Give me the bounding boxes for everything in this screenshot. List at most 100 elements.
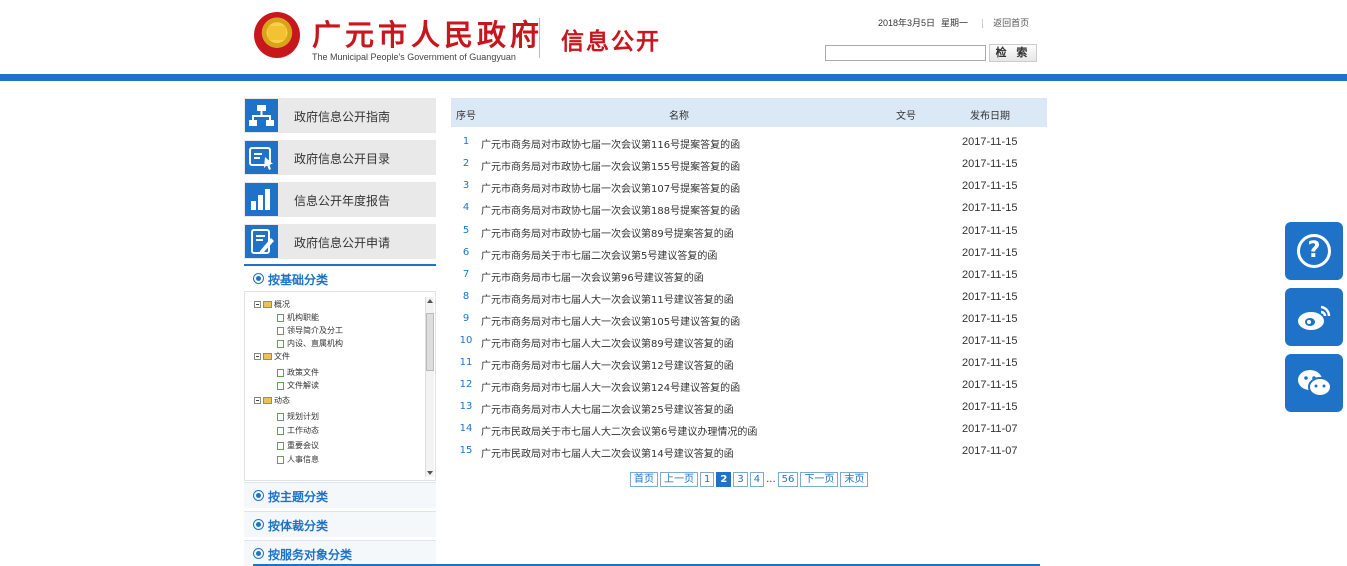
tree-leaf[interactable]: 人事信息	[277, 455, 319, 465]
document-icon	[277, 313, 284, 322]
pager-page-current[interactable]: 2	[716, 472, 732, 487]
collapse-icon[interactable]	[254, 397, 261, 404]
document-icon	[277, 368, 284, 377]
pager-first[interactable]: 首页	[630, 472, 658, 487]
site-title[interactable]: 广元市人民政府	[312, 12, 543, 54]
pager-next[interactable]: 下一页	[800, 472, 839, 487]
table-row[interactable]: 2 广元市商务局对市政协七届一次会议第155号提案答复的函 2017-11-15	[451, 153, 1047, 175]
category-topic[interactable]: 按主题分类	[244, 482, 436, 508]
site-header: 广元市人民政府 The Municipal People's Governmen…	[0, 0, 1347, 74]
tree-leaf[interactable]: 文件解读	[277, 381, 319, 391]
row-index: 2	[462, 158, 470, 169]
tree-scrollbar[interactable]	[425, 297, 434, 477]
table-row[interactable]: 15 广元市民政局对市七届人大二次会议第14号建议答复的函 2017-11-07	[451, 440, 1047, 462]
row-title-link[interactable]: 广元市商务局对市政协七届一次会议第155号提案答复的函	[481, 158, 740, 173]
table-row[interactable]: 1 广元市商务局对市政协七届一次会议第116号提案答复的函 2017-11-15	[451, 131, 1047, 153]
row-date: 2017-11-15	[962, 225, 1018, 237]
org-chart-icon	[245, 99, 278, 132]
row-title-link[interactable]: 广元市民政局关于市七届人大二次会议第6号建议办理情况的函	[481, 423, 757, 438]
table-row[interactable]: 6 广元市商务局关于市七届二次会议第5号建议答复的函 2017-11-15	[451, 242, 1047, 264]
row-title-link[interactable]: 广元市商务局对市七届人大一次会议第12号建议答复的函	[481, 357, 734, 372]
scroll-up-icon[interactable]	[427, 299, 433, 303]
category-service-target[interactable]: 按服务对象分类	[244, 540, 436, 566]
tree-folder[interactable]: 文件	[254, 352, 290, 362]
tree-folder[interactable]: 概况	[254, 300, 290, 310]
row-date: 2017-11-15	[962, 291, 1018, 303]
header-doc-no: 文号	[896, 111, 916, 122]
row-title-link[interactable]: 广元市商务局对市七届人大一次会议第124号建议答复的函	[481, 379, 740, 394]
row-title-link[interactable]: 广元市商务局对市政协七届一次会议第188号提案答复的函	[481, 202, 740, 217]
row-title-link[interactable]: 广元市商务局市七届一次会议第96号建议答复的函	[481, 269, 704, 284]
expand-circle-icon	[253, 273, 264, 284]
category-basic[interactable]: 按基础分类	[244, 264, 436, 290]
table-row[interactable]: 8 广元市商务局对市七届人大一次会议第11号建议答复的函 2017-11-15	[451, 286, 1047, 308]
row-title-link[interactable]: 广元市商务局对市七届人大一次会议第11号建议答复的函	[481, 291, 734, 306]
collapse-icon[interactable]	[254, 353, 261, 360]
tree-leaf[interactable]: 政策文件	[277, 368, 319, 378]
table-row[interactable]: 11 广元市商务局对市七届人大一次会议第12号建议答复的函 2017-11-15	[451, 352, 1047, 374]
search-button[interactable]: 检 索	[989, 44, 1037, 62]
scroll-thumb[interactable]	[426, 313, 434, 371]
row-title-link[interactable]: 广元市商务局对市七届人大二次会议第89号建议答复的函	[481, 335, 734, 350]
nav-info-catalog[interactable]: 政府信息公开目录	[244, 140, 436, 175]
row-date: 2017-11-07	[962, 423, 1018, 435]
document-icon	[277, 339, 284, 348]
top-info-bar: 2018年3月5日 星期一 返回首页	[878, 16, 1035, 29]
pager-last[interactable]: 末页	[840, 472, 869, 487]
tree-leaf[interactable]: 规划计划	[277, 412, 319, 422]
row-index: 7	[462, 269, 470, 280]
section-title: 信息公开	[561, 28, 661, 55]
help-button[interactable]: ?	[1285, 222, 1343, 280]
pager-page-last-number[interactable]: 56	[777, 472, 799, 487]
row-title-link[interactable]: 广元市商务局对市人大七届二次会议第25号建议答复的函	[481, 401, 734, 416]
pager-page-3[interactable]: 3	[733, 472, 748, 487]
tree-leaf[interactable]: 机构职能	[277, 313, 319, 323]
nav-label: 信息公开年度报告	[294, 194, 391, 208]
nav-info-application[interactable]: 政府信息公开申请	[244, 224, 436, 259]
collapse-icon[interactable]	[254, 301, 261, 308]
row-index: 15	[459, 445, 473, 456]
row-date: 2017-11-15	[962, 202, 1018, 214]
nav-annual-report[interactable]: 信息公开年度报告	[244, 182, 436, 217]
document-icon	[277, 412, 284, 421]
tree-leaf[interactable]: 领导简介及分工	[277, 326, 343, 336]
row-index: 4	[462, 202, 470, 213]
pager-page-1[interactable]: 1	[700, 472, 715, 487]
table-row[interactable]: 9 广元市商务局对市七届人大一次会议第105号建议答复的函 2017-11-15	[451, 308, 1047, 330]
home-link[interactable]: 返回首页	[993, 18, 1029, 28]
row-date: 2017-11-15	[962, 180, 1018, 192]
category-tree: 概况 机构职能 领导简介及分工 内设、直属机构 文件 政策文件 文件解读 动态 …	[244, 291, 436, 481]
tree-leaf[interactable]: 工作动态	[277, 426, 319, 436]
table-row[interactable]: 12 广元市商务局对市七届人大一次会议第124号建议答复的函 2017-11-15	[451, 374, 1047, 396]
category-genre[interactable]: 按体裁分类	[244, 511, 436, 537]
tree-leaf[interactable]: 重要会议	[277, 441, 319, 451]
row-date: 2017-11-15	[962, 335, 1018, 347]
row-title-link[interactable]: 广元市商务局关于市七届二次会议第5号建议答复的函	[481, 247, 717, 262]
table-row[interactable]: 10 广元市商务局对市七届人大二次会议第89号建议答复的函 2017-11-15	[451, 330, 1047, 352]
pager-page-4[interactable]: 4	[749, 472, 765, 487]
row-date: 2017-11-15	[962, 136, 1018, 148]
row-index: 12	[459, 379, 473, 390]
tree-folder[interactable]: 动态	[254, 396, 290, 406]
table-row[interactable]: 4 广元市商务局对市政协七届一次会议第188号提案答复的函 2017-11-15	[451, 197, 1047, 219]
row-title-link[interactable]: 广元市商务局对市政协七届一次会议第89号提案答复的函	[481, 225, 734, 240]
tree-leaf[interactable]: 内设、直属机构	[277, 339, 343, 349]
scroll-down-icon[interactable]	[427, 471, 433, 475]
nav-info-guide[interactable]: 政府信息公开指南	[244, 98, 436, 133]
table-row[interactable]: 5 广元市商务局对市政协七届一次会议第89号提案答复的函 2017-11-15	[451, 220, 1047, 242]
wechat-button[interactable]	[1285, 354, 1343, 412]
folder-icon	[263, 301, 272, 308]
weibo-button[interactable]	[1285, 288, 1343, 346]
table-row[interactable]: 14 广元市民政局关于市七届人大二次会议第6号建议办理情况的函 2017-11-07	[451, 418, 1047, 440]
pager-prev[interactable]: 上一页	[660, 472, 698, 487]
table-row[interactable]: 13 广元市商务局对市人大七届二次会议第25号建议答复的函 2017-11-15	[451, 396, 1047, 418]
row-title-link[interactable]: 广元市商务局对市政协七届一次会议第116号提案答复的函	[481, 136, 740, 151]
table-row[interactable]: 3 广元市商务局对市政协七届一次会议第107号提案答复的函 2017-11-15	[451, 175, 1047, 197]
header-name: 名称	[669, 111, 689, 122]
search-input[interactable]	[825, 45, 986, 61]
row-title-link[interactable]: 广元市民政局对市七届人大二次会议第14号建议答复的函	[481, 445, 734, 460]
row-title-link[interactable]: 广元市商务局对市七届人大一次会议第105号建议答复的函	[481, 313, 740, 328]
row-index: 13	[459, 401, 473, 412]
row-title-link[interactable]: 广元市商务局对市政协七届一次会议第107号提案答复的函	[481, 180, 740, 195]
table-row[interactable]: 7 广元市商务局市七届一次会议第96号建议答复的函 2017-11-15	[451, 264, 1047, 286]
